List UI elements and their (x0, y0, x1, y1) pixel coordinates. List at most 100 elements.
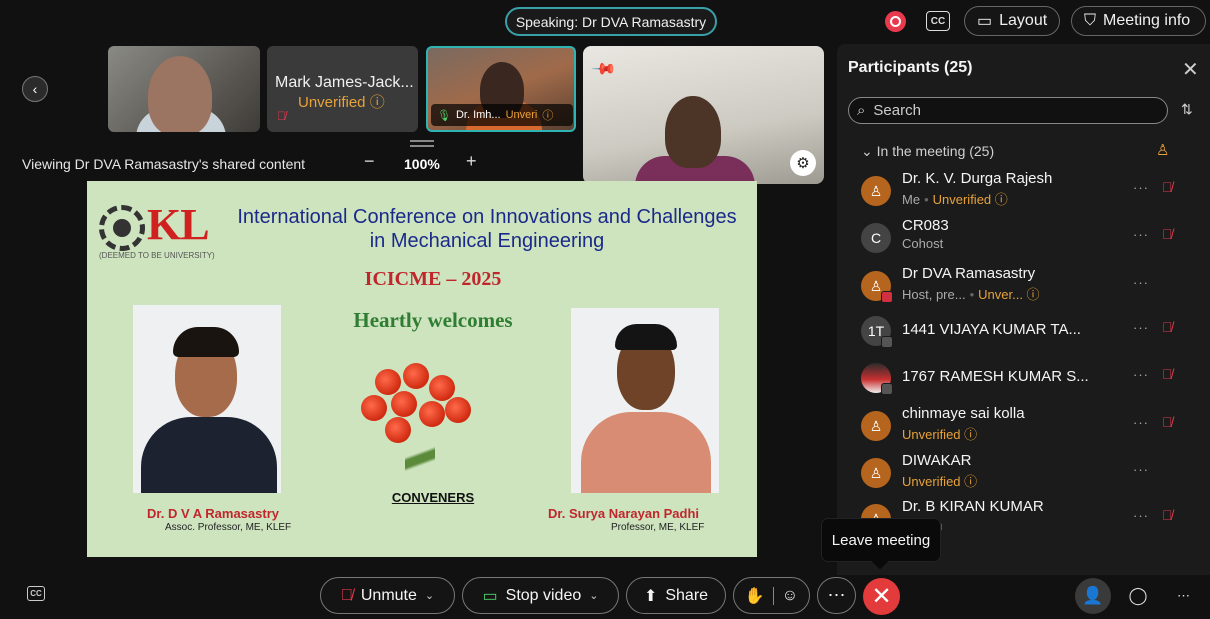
more-options-button[interactable]: ⋯ (817, 577, 856, 614)
zoom-level: 100% (404, 156, 440, 172)
muted-mic-icon[interactable]: 🎙̸ (1162, 226, 1173, 242)
muted-mic-icon[interactable]: 🎙̸ (1162, 179, 1173, 195)
muted-mic-icon: 🎙̸ (340, 586, 353, 604)
rose (391, 391, 417, 417)
participants-toggle-button[interactable]: 👤 (1075, 578, 1111, 614)
share-screen-icon: ⬆ (643, 587, 658, 605)
participant-row[interactable]: ♙ chinmaye sai kolla Unverified ⓘ ··· 🎙̸ (837, 403, 1210, 447)
video-tile-active-speaker[interactable]: 🎙 Dr. Imh... Unveri ⓘ (426, 46, 576, 132)
participant-more-icon[interactable]: ··· (1133, 227, 1149, 242)
participant-row[interactable]: ♙ Dr DVA Ramasastry Host, pre... • Unver... … (837, 263, 1210, 307)
participant-more-icon[interactable]: ··· (1133, 275, 1149, 290)
rose (429, 375, 455, 401)
rose (419, 401, 445, 427)
search-placeholder: Search (873, 102, 921, 119)
search-icon: ⌕ (857, 102, 866, 119)
shared-slide: KL (DEEMED TO BE UNIVERSITY) Internation… (87, 181, 757, 557)
panel-title: Participants (25) (848, 59, 973, 76)
device-badge-icon (881, 336, 893, 348)
convener-role-left: Assoc. Professor, ME, KLEF (165, 522, 292, 533)
participant-face (148, 56, 212, 132)
stop-video-button[interactable]: ▭ Stop video ⌄ (462, 577, 619, 614)
recording-icon[interactable] (885, 11, 906, 32)
convener-photo-left (133, 305, 281, 493)
avatar: C (861, 223, 891, 253)
info-icon[interactable]: ⓘ (961, 427, 977, 442)
participant-more-icon[interactable]: ··· (1133, 462, 1149, 477)
zoom-out-button[interactable]: − (364, 151, 375, 172)
rose (361, 395, 387, 421)
shield-icon: ⛉ (1084, 12, 1097, 29)
info-icon[interactable]: ⓘ (1023, 287, 1040, 302)
participant-subtitle: Host, pre... • Unver... ⓘ (902, 284, 1040, 303)
zoom-in-button[interactable]: + (466, 151, 477, 172)
convener-name-left: Dr. D V A Ramasastry (147, 506, 279, 521)
rose-bouquet-image (345, 359, 485, 489)
emoji-reaction-icon[interactable]: ☺ (782, 587, 798, 605)
video-tile-participant-1[interactable] (108, 46, 260, 132)
conveners-heading: CONVENERS (391, 490, 475, 505)
more-panels-button[interactable]: ⋯ (1166, 578, 1202, 614)
closed-captions-icon[interactable]: CC (27, 586, 45, 601)
muted-mic-icon[interactable]: 🎙̸ (1162, 319, 1173, 335)
reactions-button-group[interactable]: ✋ ☺ (733, 577, 810, 614)
raise-hand-icon[interactable]: ✋ (745, 586, 765, 606)
convener-name-right: Dr. Surya Narayan Padhi (548, 506, 700, 521)
participant-more-icon[interactable]: ··· (1133, 415, 1149, 430)
participant-name: chinmaye sai kolla (902, 405, 1025, 422)
chevron-down-icon[interactable]: ⌄ (425, 589, 434, 602)
unmute-button[interactable]: 🎙̸ Unmute ⌄ (320, 577, 455, 614)
participant-more-icon[interactable]: ··· (1133, 320, 1149, 335)
unmute-label: Unmute (360, 586, 417, 604)
avatar: ♙ (861, 458, 891, 488)
video-tile-mark-james[interactable]: Mark James-Jack... Unverified ⓘ 🎙̸ (267, 46, 418, 132)
pin-icon[interactable]: 📌 (590, 55, 618, 83)
participant-search-input[interactable]: ⌕ Search (848, 97, 1168, 124)
participant-more-icon[interactable]: ··· (1133, 180, 1149, 195)
photo-body (581, 412, 711, 493)
video-camera-icon: ▭ (482, 587, 498, 605)
participant-face (665, 96, 721, 168)
gear-icon[interactable]: ⚙ (790, 150, 816, 176)
chevron-down-icon[interactable]: ⌄ (589, 589, 598, 602)
tile-name-label: 🎙 Dr. Imh... Unveri ⓘ (431, 104, 573, 126)
share-button[interactable]: ⬆ Share (626, 577, 726, 614)
avatar: ♙ (861, 271, 893, 303)
participant-row[interactable]: ♙ Dr. K. V. Durga Rajesh Me • Unverified ⓘ ··… (837, 168, 1210, 212)
muted-mic-icon[interactable]: 🎙̸ (1162, 414, 1173, 430)
unverified-status: Unverified (902, 474, 961, 489)
resize-drag-handle[interactable] (410, 140, 434, 147)
info-icon[interactable]: ⓘ (991, 192, 1008, 207)
muted-mic-icon[interactable]: 🎙̸ (1162, 366, 1173, 382)
leave-meeting-button[interactable]: ✕ (863, 578, 900, 615)
chat-icon[interactable]: ◯ (1120, 578, 1156, 614)
in-meeting-section-toggle[interactable]: ⌄ In the meeting (25) (861, 143, 994, 160)
closed-captions-icon[interactable]: CC (926, 11, 950, 31)
participant-row[interactable]: 1767 RAMESH KUMAR S... ··· 🎙̸ (837, 355, 1210, 399)
share-label: Share (665, 586, 709, 604)
meeting-info-button[interactable]: ⛉ Meeting info (1071, 6, 1206, 36)
participant-subtitle: Cohost (902, 236, 943, 251)
photo-hair (173, 327, 239, 357)
participant-more-icon[interactable]: ··· (1133, 508, 1149, 523)
participant-row[interactable]: ♙ DIWAKAR Unverified ⓘ ··· (837, 450, 1210, 494)
participant-row[interactable]: 1T 1441 VIJAYA KUMAR TA... ··· 🎙̸ (837, 308, 1210, 352)
participant-row[interactable]: C CR083 Cohost ··· 🎙̸ (837, 215, 1210, 259)
participants-panel: Participants (25) ✕ ⌕ Search ⇅ ⌄ In the … (837, 44, 1210, 575)
unverified-status: Unverified (932, 192, 992, 207)
leave-meeting-tooltip: Leave meeting (822, 519, 940, 561)
meeting-info-label: Meeting info (1103, 12, 1191, 29)
layout-button[interactable]: ▭ Layout (964, 6, 1060, 36)
tile-unverified-status: Unverified ⓘ (298, 94, 385, 111)
participant-name: DIWAKAR (902, 452, 972, 469)
self-view-video[interactable]: 📌 ⚙ (583, 46, 824, 184)
info-icon[interactable]: ⓘ (961, 474, 977, 489)
participant-name: Dr. B KIRAN KUMAR (902, 498, 1044, 515)
admit-users-icon[interactable]: ♙ (1156, 141, 1169, 159)
mic-active-icon: 🎙 (437, 109, 451, 122)
participant-more-icon[interactable]: ··· (1133, 367, 1149, 382)
close-icon[interactable]: ✕ (1182, 57, 1199, 82)
previous-videos-button[interactable]: ‹ (22, 76, 48, 102)
muted-mic-icon[interactable]: 🎙̸ (1162, 507, 1173, 523)
sort-icon[interactable]: ⇅ (1181, 101, 1193, 118)
